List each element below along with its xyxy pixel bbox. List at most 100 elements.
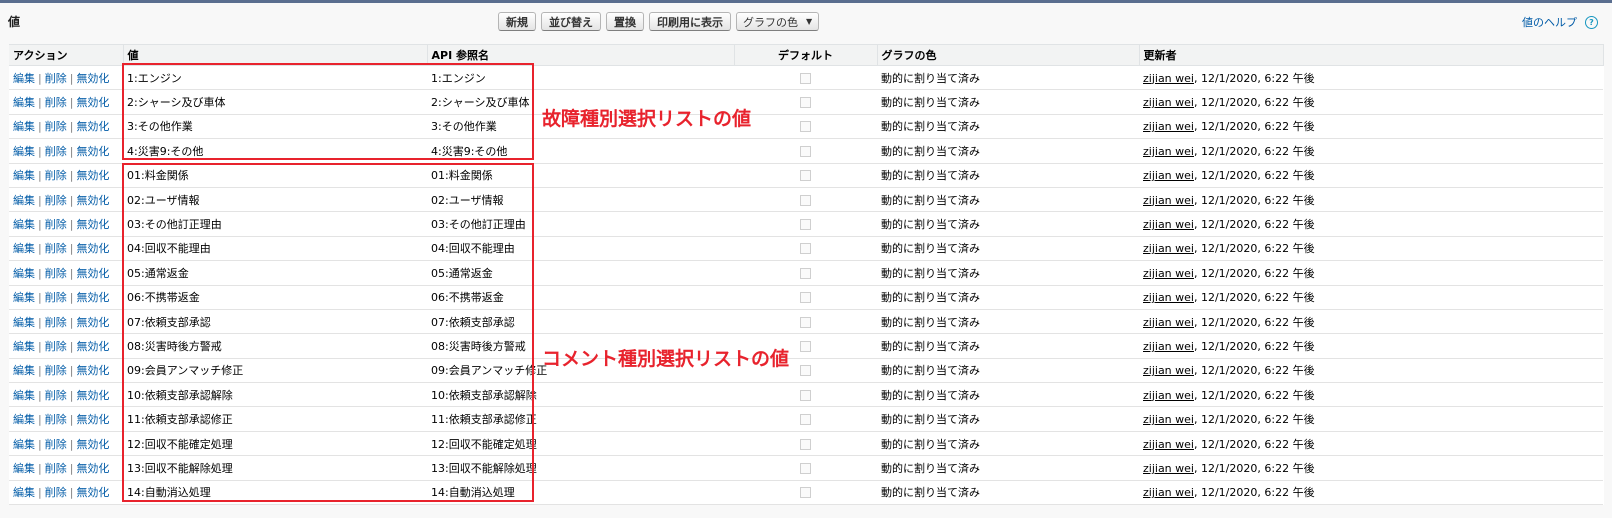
default-cell (734, 138, 877, 164)
printable-view-button[interactable]: 印刷用に表示 (649, 12, 731, 31)
default-cell (734, 187, 877, 213)
default-checkbox (800, 267, 811, 279)
user-link[interactable]: zijian wei (1143, 96, 1194, 109)
user-link[interactable]: zijian wei (1143, 486, 1194, 499)
edit-link[interactable]: 編集 (13, 291, 35, 304)
help-icon[interactable]: ? (1585, 15, 1598, 29)
deactivate-link[interactable]: 無効化 (76, 120, 109, 133)
delete-link[interactable]: 削除 (45, 169, 67, 182)
user-link[interactable]: zijian wei (1143, 145, 1194, 158)
api-name-cell: 1:エンジン (427, 65, 734, 91)
deactivate-link[interactable]: 無効化 (76, 364, 109, 377)
user-link[interactable]: zijian wei (1143, 413, 1194, 426)
action-separator: | (69, 144, 74, 158)
default-cell (734, 163, 877, 188)
edit-link[interactable]: 編集 (13, 267, 35, 280)
user-link[interactable]: zijian wei (1143, 267, 1194, 280)
new-button[interactable]: 新規 (498, 12, 536, 31)
deactivate-link[interactable]: 無効化 (76, 291, 109, 304)
delete-link[interactable]: 削除 (45, 145, 67, 158)
edit-link[interactable]: 編集 (13, 218, 35, 231)
delete-link[interactable]: 削除 (45, 120, 67, 133)
edit-link[interactable]: 編集 (13, 340, 35, 353)
modified-date: , 12/1/2020, 6:22 午後 (1193, 71, 1315, 85)
edit-link[interactable]: 編集 (13, 169, 35, 182)
delete-link[interactable]: 削除 (45, 316, 67, 329)
deactivate-link[interactable]: 無効化 (76, 218, 109, 231)
edit-link[interactable]: 編集 (13, 96, 35, 109)
delete-link[interactable]: 削除 (45, 340, 67, 353)
edit-link[interactable]: 編集 (13, 486, 35, 499)
edit-link[interactable]: 編集 (13, 316, 35, 329)
deactivate-link[interactable]: 無効化 (76, 169, 109, 182)
user-link[interactable]: zijian wei (1143, 291, 1194, 304)
value-cell: 2:シャーシ及び車体 (123, 89, 427, 115)
edit-link[interactable]: 編集 (13, 364, 35, 377)
chart-color-select[interactable]: グラフの色 ▼ (736, 12, 820, 31)
delete-link[interactable]: 削除 (45, 218, 67, 231)
delete-link[interactable]: 削除 (45, 486, 67, 499)
edit-link[interactable]: 編集 (13, 145, 35, 158)
user-link[interactable]: zijian wei (1143, 438, 1194, 451)
reorder-button[interactable]: 並び替え (541, 12, 601, 31)
delete-link[interactable]: 削除 (45, 242, 67, 255)
user-link[interactable]: zijian wei (1143, 389, 1194, 402)
delete-link[interactable]: 削除 (45, 462, 67, 475)
deactivate-link[interactable]: 無効化 (76, 413, 109, 426)
user-link[interactable]: zijian wei (1143, 72, 1194, 85)
delete-link[interactable]: 削除 (45, 194, 67, 207)
deactivate-link[interactable]: 無効化 (76, 486, 109, 499)
deactivate-link[interactable]: 無効化 (76, 438, 109, 451)
edit-link[interactable]: 編集 (13, 242, 35, 255)
user-link[interactable]: zijian wei (1143, 364, 1194, 377)
delete-link[interactable]: 削除 (45, 291, 67, 304)
modified-by-cell: zijian wei, 12/1/2020, 6:22 午後 (1139, 480, 1603, 506)
user-link[interactable]: zijian wei (1143, 120, 1194, 133)
deactivate-link[interactable]: 無効化 (76, 194, 109, 207)
deactivate-link[interactable]: 無効化 (76, 340, 109, 353)
row-actions: 編集 | 削除 | 無効化 (9, 187, 123, 213)
delete-link[interactable]: 削除 (45, 438, 67, 451)
table-row: 編集 | 削除 | 無効化 07:依頼支部承認 07:依頼支部承認 動的に割り当て済み ziji… (9, 309, 1603, 335)
user-link[interactable]: zijian wei (1143, 340, 1194, 353)
edit-link[interactable]: 編集 (13, 72, 35, 85)
delete-link[interactable]: 削除 (45, 96, 67, 109)
delete-link[interactable]: 削除 (45, 389, 67, 402)
replace-button[interactable]: 置換 (606, 12, 644, 31)
edit-link[interactable]: 編集 (13, 438, 35, 451)
deactivate-link[interactable]: 無効化 (76, 96, 109, 109)
delete-link[interactable]: 削除 (45, 413, 67, 426)
action-separator: | (38, 120, 42, 134)
user-link[interactable]: zijian wei (1143, 194, 1194, 207)
value-cell: 04:回収不能理由 (123, 236, 427, 262)
deactivate-link[interactable]: 無効化 (76, 145, 109, 158)
deactivate-link[interactable]: 無効化 (76, 462, 109, 475)
value-cell: 03:その他訂正理由 (123, 211, 427, 237)
delete-link[interactable]: 削除 (45, 72, 67, 85)
edit-link[interactable]: 編集 (13, 120, 35, 133)
user-link[interactable]: zijian wei (1143, 242, 1194, 255)
user-link[interactable]: zijian wei (1143, 169, 1194, 182)
deactivate-link[interactable]: 無効化 (76, 267, 109, 280)
value-cell: 14:自動消込処理 (123, 480, 427, 506)
user-link[interactable]: zijian wei (1143, 462, 1194, 475)
user-link[interactable]: zijian wei (1143, 218, 1194, 231)
default-cell (734, 236, 877, 262)
action-separator: | (38, 413, 42, 427)
edit-link[interactable]: 編集 (13, 389, 35, 402)
edit-link[interactable]: 編集 (13, 194, 35, 207)
modified-by-cell: zijian wei, 12/1/2020, 6:22 午後 (1139, 138, 1603, 164)
deactivate-link[interactable]: 無効化 (76, 72, 109, 85)
delete-link[interactable]: 削除 (45, 267, 67, 280)
values-help-link[interactable]: 値のヘルプ (1522, 14, 1577, 30)
deactivate-link[interactable]: 無効化 (76, 242, 109, 255)
user-link[interactable]: zijian wei (1143, 316, 1194, 329)
deactivate-link[interactable]: 無効化 (76, 389, 109, 402)
header-default: デフォルト (734, 44, 878, 66)
deactivate-link[interactable]: 無効化 (76, 316, 109, 329)
edit-link[interactable]: 編集 (13, 462, 35, 475)
edit-link[interactable]: 編集 (13, 413, 35, 426)
chart-color-cell: 動的に割り当て済み (877, 358, 1139, 384)
delete-link[interactable]: 削除 (45, 364, 67, 377)
action-separator: | (38, 71, 42, 85)
